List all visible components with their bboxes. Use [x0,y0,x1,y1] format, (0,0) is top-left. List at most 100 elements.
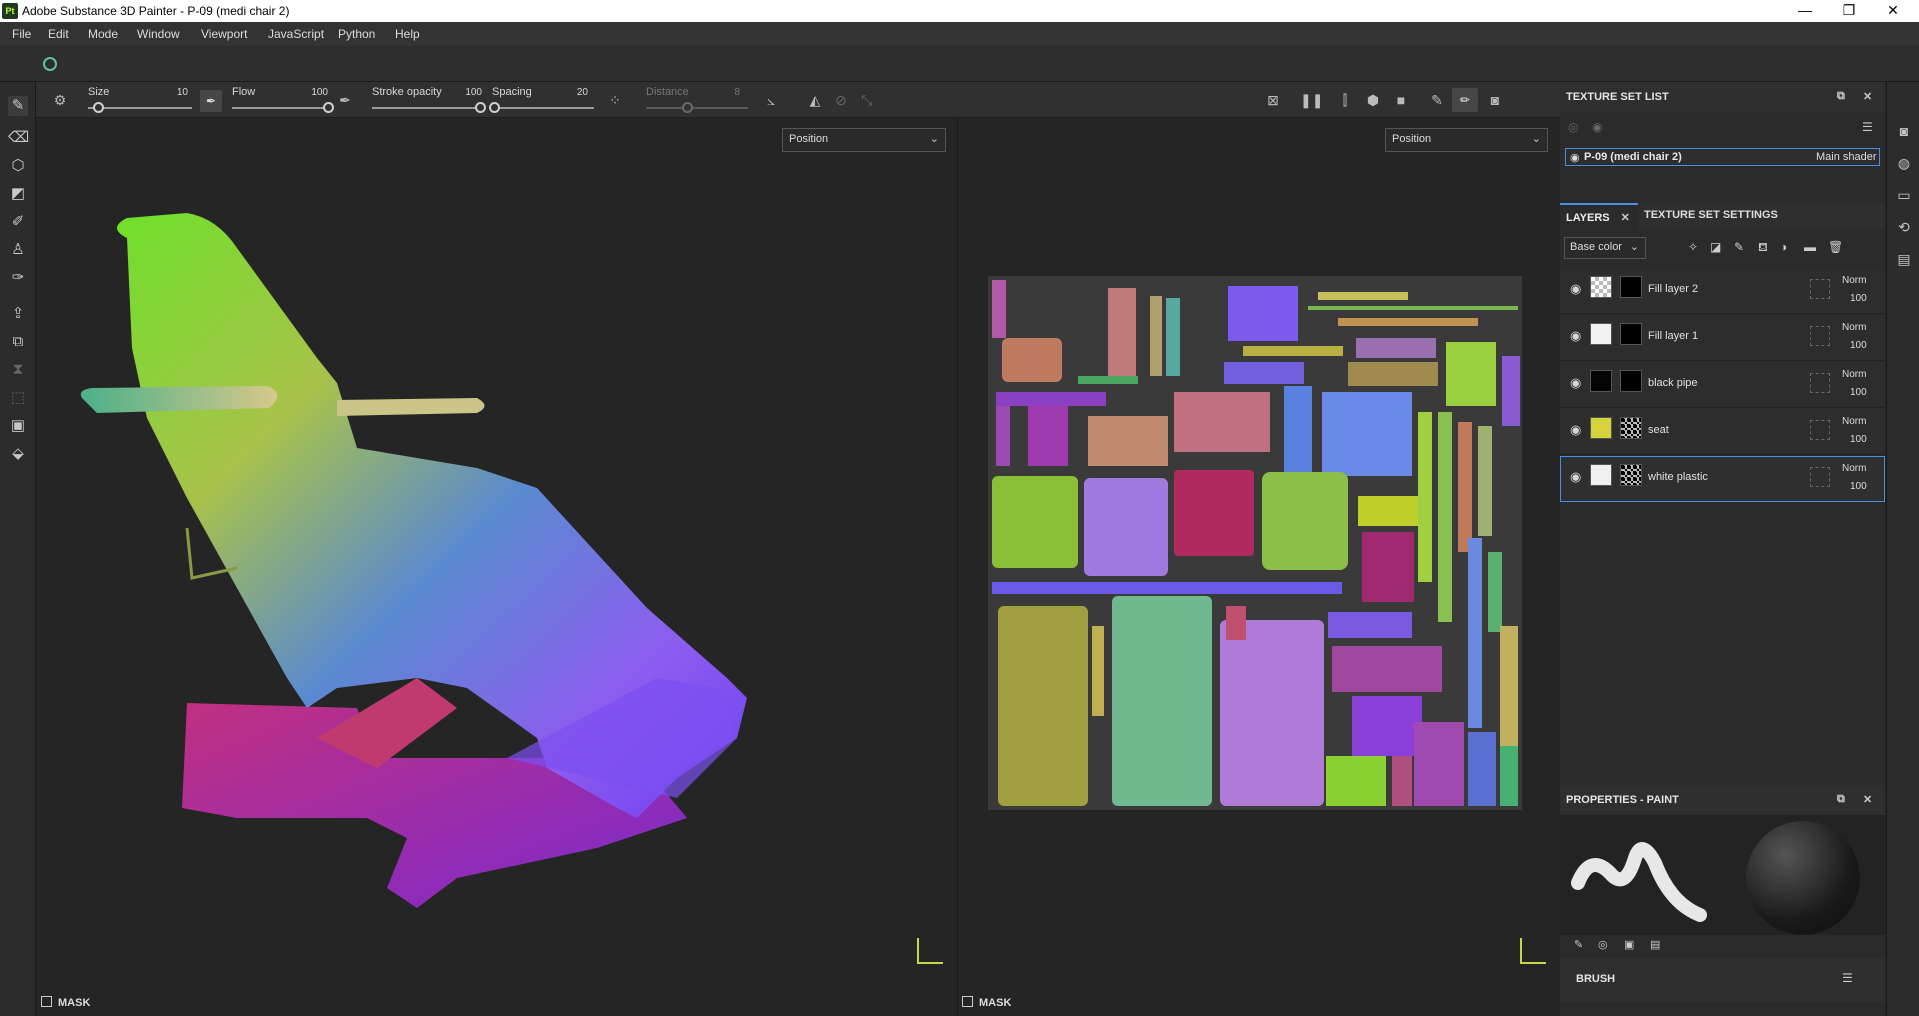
size-slider-handle[interactable] [93,102,105,113]
mask-checkbox-3d[interactable] [41,996,52,1007]
brush-mode-icon[interactable]: ✎ [1428,91,1446,109]
symmetry-off-icon[interactable]: ⊘ [832,91,850,109]
viewport-3d[interactable]: Position ⌄ MASK [37,118,955,1016]
alpha-icon[interactable]: ◎ [1598,938,1608,951]
minimize-button[interactable]: — [1783,0,1827,22]
menu-viewport[interactable]: Viewport [201,27,247,41]
shelf-icon[interactable]: ▭ [1895,186,1913,204]
stroke-opacity-slider-handle[interactable] [475,102,486,113]
screenshot-icon[interactable]: ◙ [1486,91,1504,109]
environment-icon[interactable]: ◍ [1895,154,1913,172]
clone-stamp-icon[interactable]: ♙ [8,240,28,260]
layer-blend-mode[interactable]: Norm [1842,369,1866,380]
layer-row-fill-layer-1[interactable]: ◉ Fill layer 1 Norm 100 [1560,315,1885,361]
mask-checkbox-2d[interactable] [962,996,973,1007]
distance-slider-handle[interactable] [681,102,693,113]
size-value[interactable]: 10 [158,87,188,98]
line-mode-icon[interactable]: ⦣ [762,91,780,109]
add-mask-icon[interactable]: ◪ [1710,240,1721,254]
material-icon[interactable]: ▤ [1650,938,1660,951]
distance-slider[interactable] [646,107,748,109]
layer-opacity[interactable]: 100 [1850,340,1867,351]
undock-icon[interactable]: ⧉ [1837,793,1845,806]
texture-set-item[interactable]: ◉ P-09 (medi chair 2) Main shader [1565,148,1880,166]
flow-value[interactable]: 100 [298,87,328,98]
layer-blend-mode[interactable]: Norm [1842,322,1866,333]
layer-opacity[interactable]: 100 [1850,387,1867,398]
layer-row-fill-layer-2[interactable]: ◉ Fill layer 2 Norm 100 [1560,268,1885,314]
add-paint-layer-icon[interactable]: ✎ [1734,240,1744,254]
delete-layer-icon[interactable]: 🗑 [1828,240,1843,254]
menu-python[interactable]: Python [338,27,375,41]
display-settings-icon[interactable]: ◙ [1895,122,1913,140]
projection-icon[interactable]: ⬡ [8,156,28,176]
texture-set-menu-icon[interactable]: ☰ [1862,120,1873,134]
close-window-button[interactable]: ✕ [1871,0,1915,22]
brush-preset-icon[interactable]: ⚙ [51,91,69,109]
add-effect-icon[interactable]: ✧ [1688,240,1698,254]
color-picker-icon[interactable]: ✑ [8,268,28,288]
bake-icon[interactable]: ⧉ [8,332,28,352]
texture-set-shader[interactable]: Main shader [1816,151,1877,163]
pen-pressure-icon[interactable]: ✒ [200,90,222,112]
close-tab-icon[interactable]: ✕ [1621,212,1630,224]
menu-file[interactable]: File [12,27,31,41]
split-view-icon[interactable]: ⫿ [1336,91,1354,109]
layer-visibility-eye-icon[interactable]: ◉ [1570,422,1581,438]
spacing-value[interactable]: 20 [558,87,588,98]
layer-opacity[interactable]: 100 [1850,293,1867,304]
symmetry-icon[interactable]: ◭ [806,91,824,109]
spacing-slider[interactable] [492,107,594,109]
spacing-slider-handle[interactable] [489,102,501,113]
layer-visibility-eye-icon[interactable]: ◉ [1570,281,1581,297]
flow-slider[interactable] [232,107,328,109]
layer-opacity[interactable]: 100 [1850,481,1867,492]
channel-select-2d[interactable]: Position ⌄ [1385,128,1548,152]
layer-opacity[interactable]: 100 [1850,434,1867,445]
menu-edit[interactable]: Edit [48,27,69,41]
close-panel-icon[interactable]: ✕ [1863,793,1872,806]
stencil-icon[interactable]: ▣ [1624,938,1634,951]
menu-window[interactable]: Window [137,27,180,41]
log-icon[interactable]: ▤ [1895,250,1913,268]
polygon-fill-icon[interactable]: ◩ [8,184,28,204]
close-panel-icon[interactable]: ✕ [1863,90,1872,103]
hide-overlay-icon[interactable]: ⊠ [1264,91,1282,109]
export-icon[interactable]: ⇪ [8,304,28,324]
paint-brush-icon[interactable]: ✎ [8,96,28,116]
camera-icon[interactable]: ■ [1392,91,1410,109]
add-fill-layer-icon[interactable]: ⛾ [1758,240,1768,256]
eraser-icon[interactable]: ⌫ [8,128,29,148]
flow-slider-handle[interactable] [323,102,334,113]
hide-all-icon[interactable]: ◎ [1568,120,1578,134]
stroke-opacity-slider[interactable] [372,107,480,109]
layer-blend-mode[interactable]: Norm [1842,416,1866,427]
tab-layers[interactable]: LAYERS ✕ [1560,203,1638,229]
layer-visibility-eye-icon[interactable]: ◉ [1570,375,1581,391]
add-folder-icon[interactable]: ▬ [1804,240,1816,254]
menu-help[interactable]: Help [395,27,420,41]
brush-section[interactable]: BRUSH ☰ [1560,958,1885,1002]
show-all-icon[interactable]: ◉ [1592,120,1602,134]
mask-toggle-2d[interactable]: MASK [962,996,1011,1009]
brush-menu-icon[interactable]: ☰ [1842,971,1853,985]
sync-status-icon[interactable] [43,57,57,71]
mask-toggle-3d[interactable]: MASK [41,996,90,1009]
smudge-icon[interactable]: ✐ [8,212,28,232]
3d-view-icon[interactable]: ⬢ [1364,91,1382,109]
hourglass-icon[interactable]: ⧗ [8,360,28,380]
channel-select-layers[interactable]: Base color ⌄ [1564,237,1646,259]
layer-blend-mode[interactable]: Norm [1842,275,1866,286]
distance-value[interactable]: 8 [710,87,740,98]
viewport-2d[interactable]: Position ⌄ MASK [957,118,1559,1016]
lazy-mouse-icon[interactable]: ⁘ [606,91,624,109]
menu-mode[interactable]: Mode [88,27,118,41]
maximize-button[interactable]: ❐ [1827,0,1871,22]
stroke-opacity-value[interactable]: 100 [452,87,482,98]
layer-visibility-eye-icon[interactable]: ◉ [1570,469,1581,485]
stroke-pen-icon[interactable]: ✒ [336,91,354,109]
tab-texture-set-settings[interactable]: TEXTURE SET SETTINGS [1644,209,1778,221]
tiling-icon[interactable]: ⤡ [858,91,876,109]
transform-icon[interactable]: ⬚ [8,388,28,408]
history-icon[interactable]: ⟲ [1895,218,1913,236]
